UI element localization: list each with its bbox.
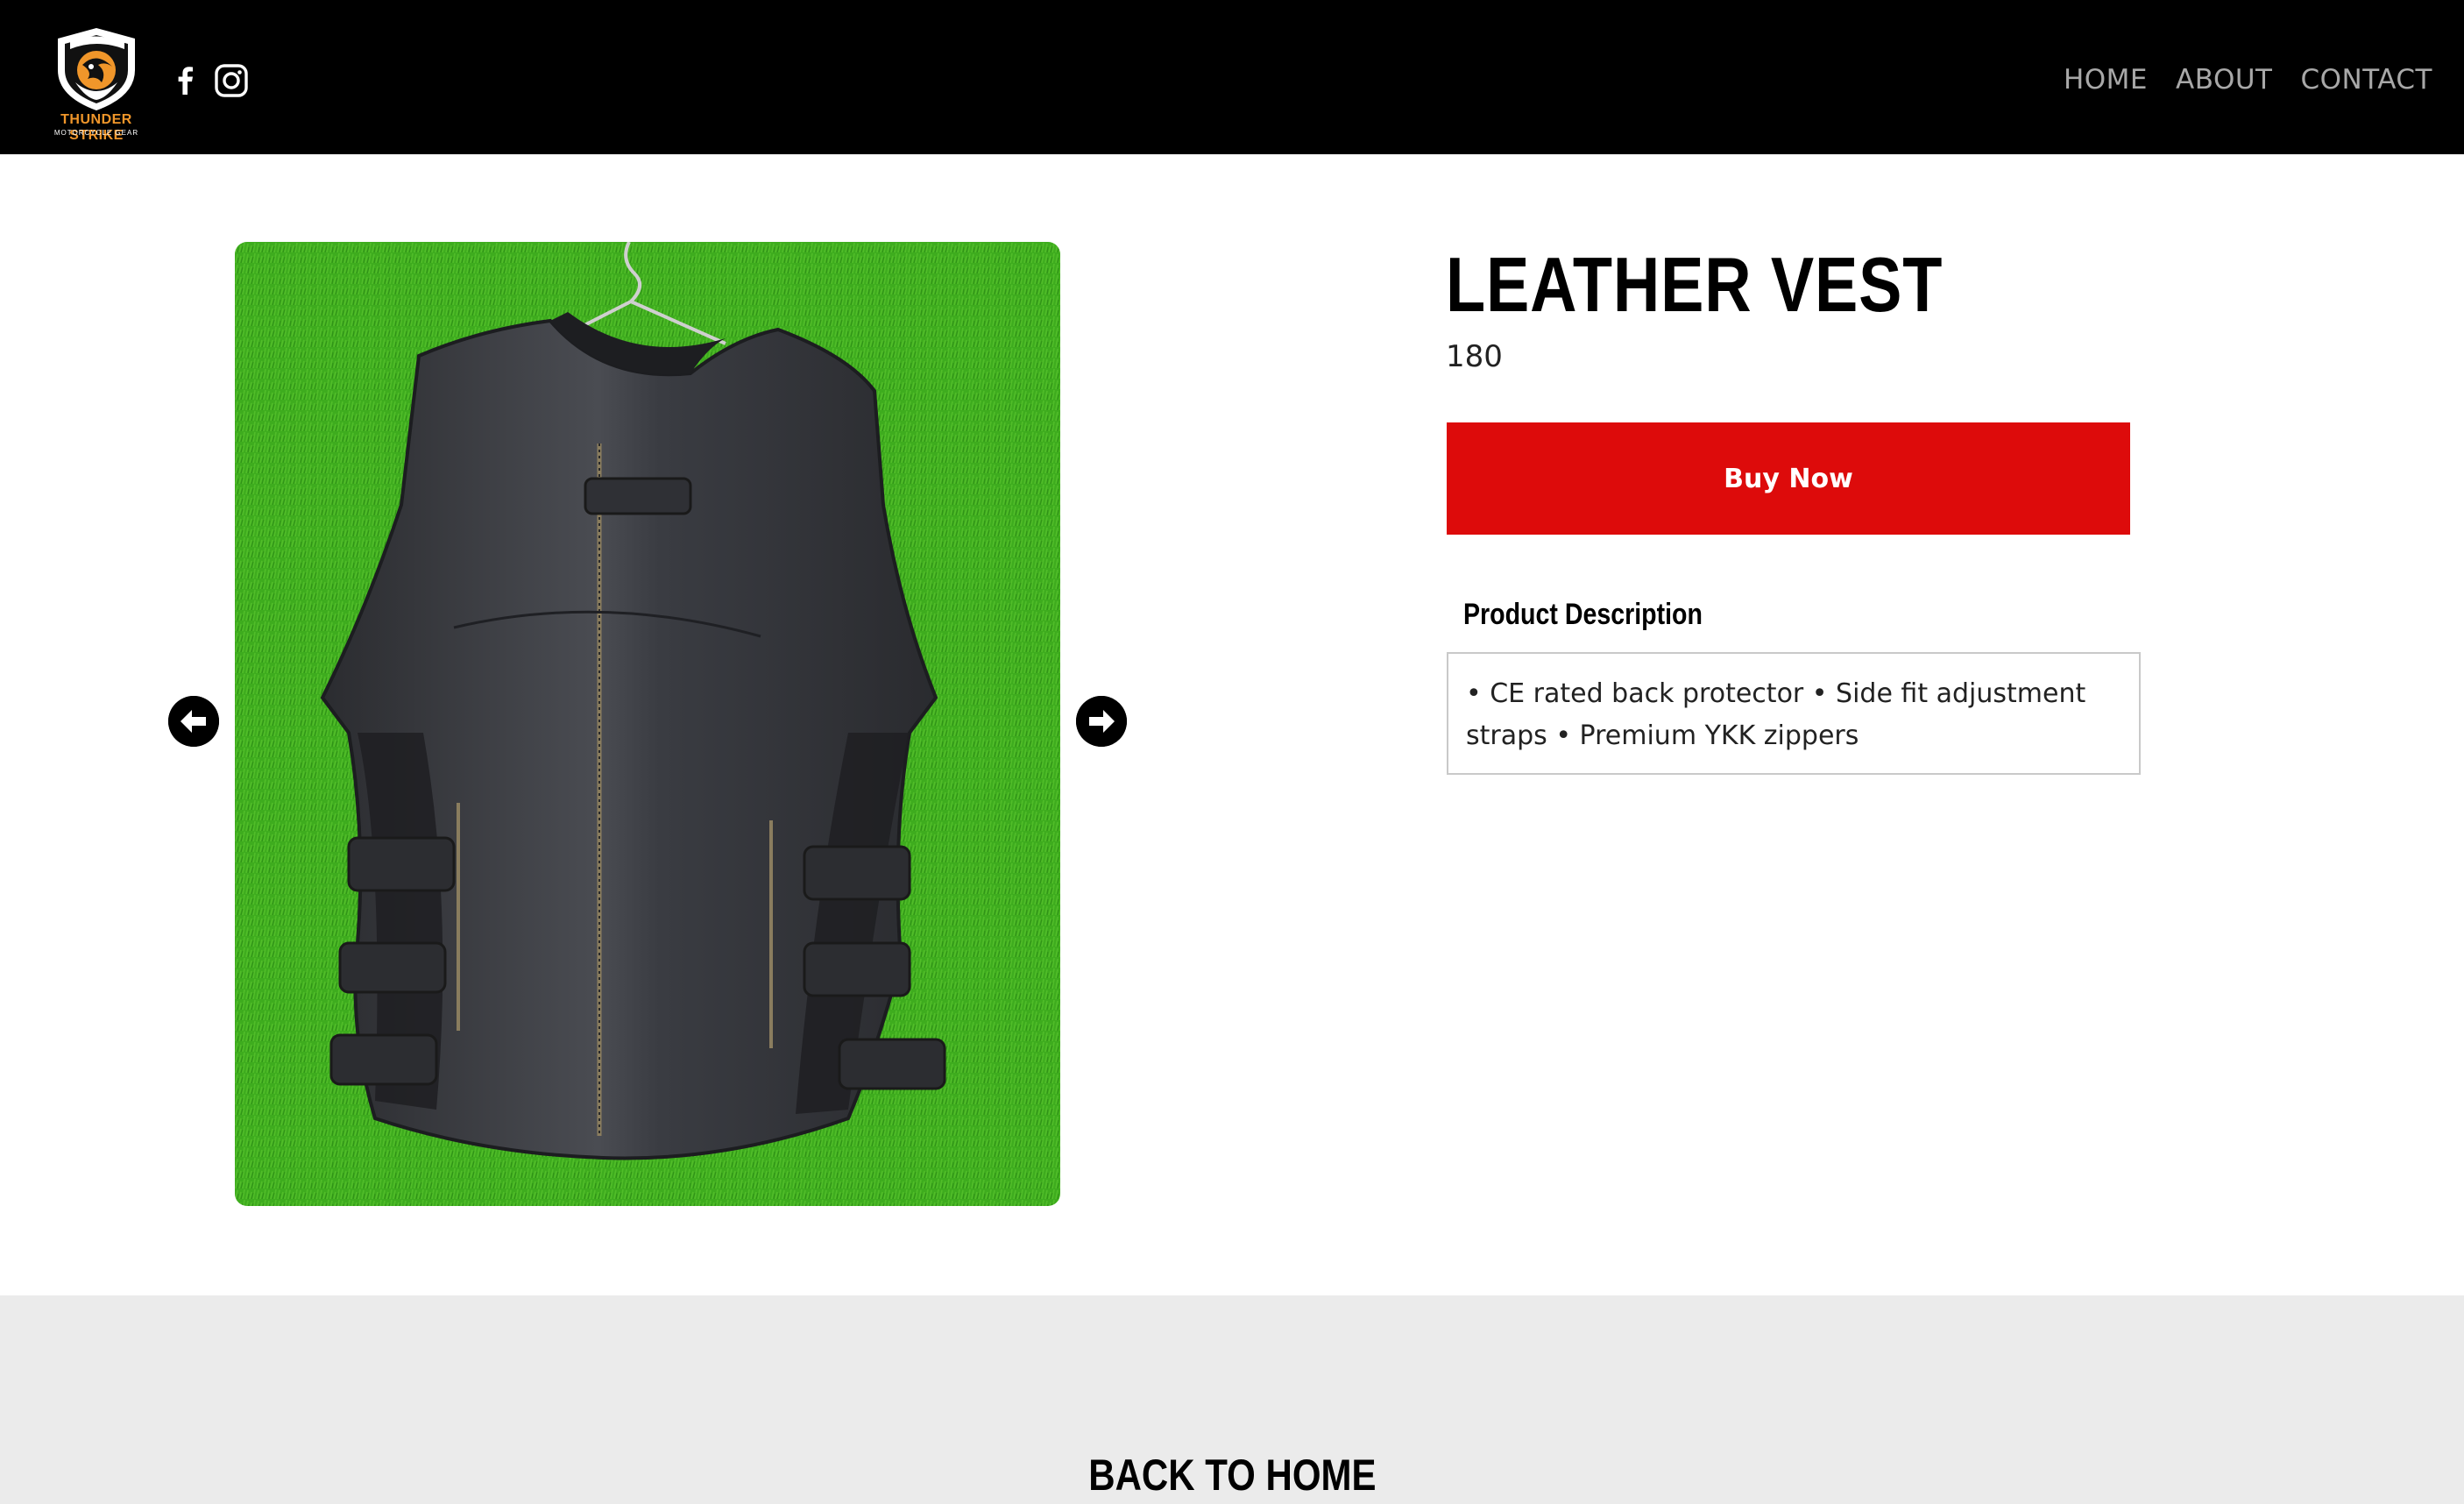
back-to-home-link[interactable]: BACK TO HOME (0, 1449, 2464, 1501)
footer-band: BACK TO HOME (0, 1295, 2464, 1504)
brand-name: THUNDER STRIKE (60, 112, 132, 143)
gallery-prev-button[interactable] (168, 696, 219, 747)
site-header: THUNDER STRIKE MOTORCYCLE GEAR HOME ABOU… (0, 0, 2464, 154)
product-price: 180 (1446, 339, 1503, 374)
nav-about-link[interactable]: ABOUT (2176, 58, 2272, 102)
product-description: • CE rated back protector • Side fit adj… (1447, 652, 2141, 775)
arrow-right-icon (1076, 696, 1127, 747)
leather-vest-image (235, 242, 1060, 1206)
product-info: LEATHER VEST 180 Buy Now Product Descrip… (1446, 237, 2147, 775)
nav-home-link[interactable]: HOME (2064, 58, 2148, 102)
brand-logo[interactable]: THUNDER STRIKE MOTORCYCLE GEAR (44, 25, 149, 144)
nav-contact-link[interactable]: CONTACT (2300, 58, 2432, 102)
facebook-icon[interactable] (168, 63, 203, 98)
main-nav: HOME ABOUT CONTACT (2064, 58, 2432, 102)
gallery-next-button[interactable] (1076, 696, 1127, 747)
brand-tagline: MOTORCYCLE GEAR (53, 129, 139, 137)
arrow-left-icon (168, 696, 219, 747)
product-title: LEATHER VEST (1446, 241, 1944, 328)
instagram-icon[interactable] (214, 63, 249, 98)
product-gallery (166, 237, 1130, 1210)
back-to-home-label: BACK TO HOME (1087, 1451, 1377, 1500)
buy-now-button[interactable]: Buy Now (1447, 422, 2130, 535)
description-heading: Product Description (1463, 598, 1703, 631)
product-image[interactable] (235, 242, 1060, 1206)
shield-logo-icon (58, 28, 135, 110)
